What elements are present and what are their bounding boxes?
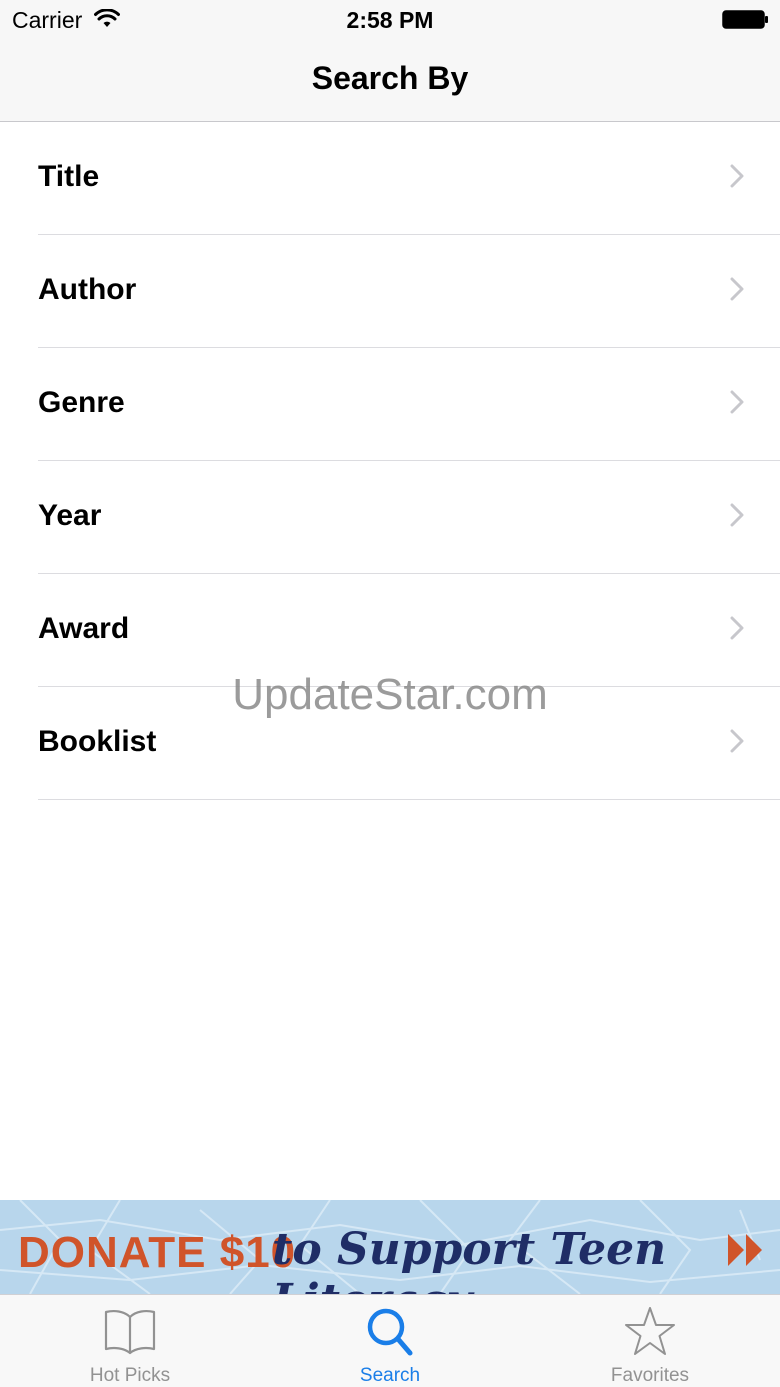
- chevron-right-icon: [730, 277, 744, 301]
- search-by-title-row[interactable]: Title: [38, 122, 780, 235]
- tab-favorites[interactable]: Favorites: [520, 1295, 780, 1387]
- search-by-genre-row[interactable]: Genre: [38, 348, 780, 461]
- tab-search[interactable]: Search: [260, 1295, 520, 1387]
- battery-icon: [722, 10, 768, 29]
- chevron-right-icon: [730, 390, 744, 414]
- tab-bar: Hot Picks Search Favorites: [0, 1294, 780, 1387]
- search-by-year-row[interactable]: Year: [38, 461, 780, 574]
- tab-hot-picks[interactable]: Hot Picks: [0, 1295, 260, 1387]
- tab-label: Search: [359, 1365, 421, 1386]
- donate-banner[interactable]: DONATE $10 to Support Teen Literacy: [0, 1200, 780, 1294]
- chevron-right-icon: [730, 616, 744, 640]
- chevron-right-icon: [730, 729, 744, 753]
- chevron-right-icon: [730, 503, 744, 527]
- search-by-author-row[interactable]: Author: [38, 235, 780, 348]
- row-label: Genre: [38, 386, 125, 419]
- double-arrow-icon: [728, 1234, 762, 1266]
- magnifier-icon: [367, 1308, 413, 1356]
- chevron-right-icon: [730, 164, 744, 188]
- banner-amount-text: DONATE $10: [18, 1228, 297, 1277]
- row-label: Booklist: [38, 725, 157, 758]
- row-label: Title: [38, 160, 100, 193]
- banner-tagline-text: to Support Teen Literacy: [272, 1224, 667, 1294]
- row-label: Award: [38, 612, 130, 645]
- row-label: Author: [38, 273, 137, 306]
- status-bar: Carrier 2:58 PM: [0, 0, 780, 40]
- watermark-text: UpdateStar.com: [232, 670, 548, 719]
- page-title: Search By: [311, 60, 469, 96]
- book-icon: [104, 1309, 156, 1355]
- tab-label: Hot Picks: [89, 1365, 171, 1386]
- status-time: 2:58 PM: [346, 7, 434, 33]
- row-label: Year: [38, 499, 102, 532]
- tab-label: Favorites: [610, 1365, 690, 1386]
- star-icon: [625, 1307, 675, 1355]
- navigation-bar: Search By: [0, 40, 780, 122]
